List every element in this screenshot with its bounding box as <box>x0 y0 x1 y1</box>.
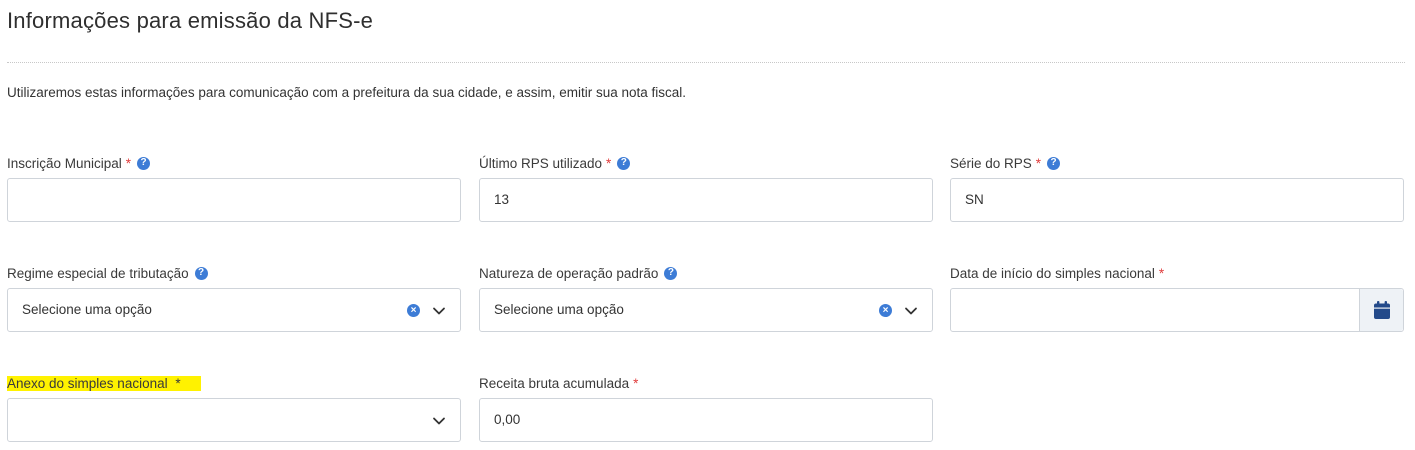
serie-rps-input[interactable]: SN <box>950 178 1404 222</box>
field-receita-bruta: Receita bruta acumulada * 0,00 <box>479 374 933 442</box>
inscricao-municipal-input[interactable] <box>7 178 461 222</box>
field-ultimo-rps: Último RPS utilizado * ? 13 <box>479 154 933 222</box>
page-description: Utilizaremos estas informações para comu… <box>7 85 687 100</box>
help-icon[interactable]: ? <box>1047 156 1061 170</box>
clear-icon[interactable]: × <box>879 304 892 317</box>
ultimo-rps-input[interactable]: 13 <box>479 178 933 222</box>
field-label: Série do RPS * ? <box>950 154 1404 172</box>
data-inicio-input[interactable] <box>950 288 1404 332</box>
field-label: Data de início do simples nacional * <box>950 265 1165 281</box>
field-data-inicio-simples: Data de início do simples nacional * <box>950 264 1404 332</box>
required-marker: * <box>633 375 639 391</box>
calendar-icon <box>1373 301 1390 319</box>
regime-especial-select[interactable]: Selecione uma opção × <box>7 288 461 332</box>
highlighted-label: Anexo do simples nacional * <box>7 375 201 391</box>
field-regime-especial: Regime especial de tributação ? Selecion… <box>7 264 461 332</box>
clear-icon[interactable]: × <box>407 304 420 317</box>
field-natureza-operacao: Natureza de operação padrão ? Selecione … <box>479 264 933 332</box>
help-icon[interactable]: ? <box>617 156 631 170</box>
chevron-down-icon[interactable] <box>904 304 918 318</box>
help-icon[interactable]: ? <box>194 266 208 280</box>
chevron-down-icon[interactable] <box>432 304 446 318</box>
field-label: Anexo do simples nacional * <box>7 374 461 392</box>
help-icon[interactable]: ? <box>664 266 678 280</box>
divider <box>7 62 1405 63</box>
required-marker: * <box>1158 265 1165 281</box>
field-label: Inscrição Municipal * ? <box>7 154 461 172</box>
field-anexo-simples: Anexo do simples nacional * <box>7 374 461 442</box>
anexo-simples-select[interactable] <box>7 398 461 442</box>
required-marker: * <box>606 155 612 171</box>
chevron-down-icon[interactable] <box>432 414 446 428</box>
field-label: Natureza de operação padrão ? <box>479 264 933 282</box>
required-marker: * <box>125 155 132 171</box>
natureza-operacao-select[interactable]: Selecione uma opção × <box>479 288 933 332</box>
field-serie-rps: Série do RPS * ? SN <box>950 154 1404 222</box>
receita-bruta-input[interactable]: 0,00 <box>479 398 933 442</box>
calendar-button[interactable] <box>1359 289 1403 331</box>
required-marker: * <box>175 375 181 391</box>
help-icon[interactable]: ? <box>137 156 151 170</box>
field-label: Último RPS utilizado * ? <box>479 154 933 172</box>
field-inscricao-municipal: Inscrição Municipal * ? <box>7 154 461 222</box>
page-title: Informações para emissão da NFS-e <box>7 8 374 33</box>
required-marker: * <box>1035 155 1042 171</box>
field-label: Regime especial de tributação ? <box>7 264 461 282</box>
field-label: Receita bruta acumulada * <box>479 375 639 391</box>
